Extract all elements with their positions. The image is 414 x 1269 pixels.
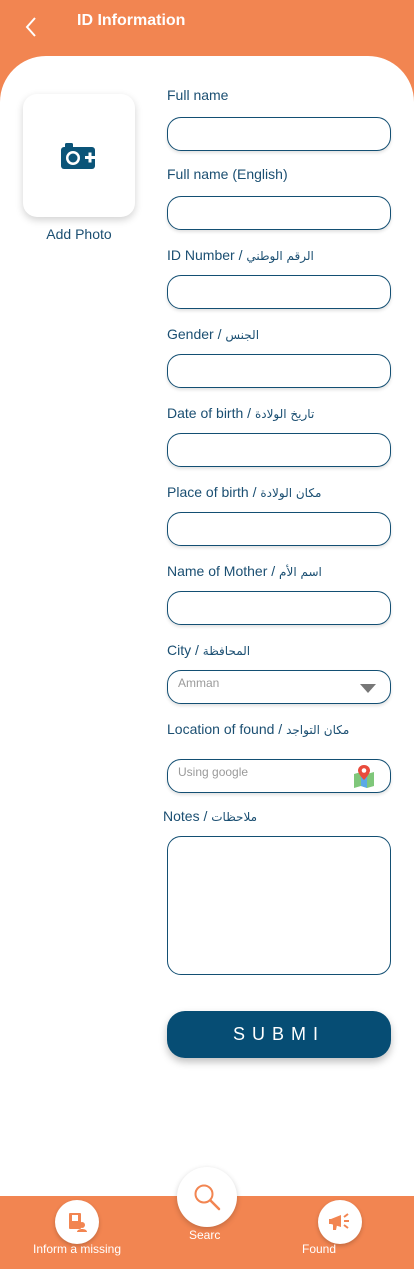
location-field[interactable]: Using google [167, 759, 391, 793]
mother-name-field[interactable] [167, 591, 391, 625]
found-button[interactable] [318, 1200, 362, 1244]
gender-label: Gender / الجنس [167, 326, 260, 342]
id-number-field[interactable] [167, 275, 391, 309]
date-of-birth-label: Date of birth / تاريخ الولادة [167, 405, 315, 421]
chevron-left-icon [25, 17, 36, 37]
full-name-english-field[interactable] [167, 196, 391, 230]
city-select[interactable]: Amman [167, 670, 391, 704]
notes-textarea[interactable] [167, 836, 391, 975]
page-title: ID Information [77, 12, 186, 29]
location-placeholder: Using google [178, 765, 249, 779]
full-name-field[interactable] [167, 117, 391, 151]
city-label: City / المحافظة [167, 642, 251, 658]
add-photo-button[interactable] [23, 94, 135, 217]
back-button[interactable] [20, 14, 42, 40]
search-button[interactable] [177, 1167, 237, 1227]
mother-name-label: Name of Mother / اسم الأم [167, 563, 322, 579]
found-label: Found [302, 1242, 337, 1256]
missing-person-icon [69, 1213, 87, 1232]
notes-label: Notes / ملاحظات [163, 808, 258, 824]
megaphone-icon [329, 1213, 349, 1230]
inform-missing-label: Inform a missing [33, 1242, 122, 1256]
place-of-birth-label: Place of birth / مكان الولادة [167, 484, 322, 500]
place-of-birth-field[interactable] [167, 512, 391, 546]
id-number-label: ID Number / الرقم الوطني [167, 247, 314, 263]
camera-add-icon [61, 142, 95, 169]
dropdown-arrow-icon [360, 684, 376, 693]
search-label: Searc [189, 1228, 221, 1242]
full-name-english-label: Full name (English) [167, 166, 288, 182]
full-name-label: Full name [167, 87, 229, 103]
add-photo-label: Add Photo [46, 226, 112, 242]
inform-missing-button[interactable] [55, 1200, 99, 1244]
location-label: Location of found / مكان التواجد [167, 721, 350, 737]
map-pin-icon[interactable] [352, 764, 376, 788]
submit-button[interactable]: SUBMI [167, 1011, 391, 1058]
gender-field[interactable] [167, 354, 391, 388]
date-of-birth-field[interactable] [167, 433, 391, 467]
search-icon [194, 1184, 221, 1211]
city-selected-value: Amman [178, 676, 220, 690]
